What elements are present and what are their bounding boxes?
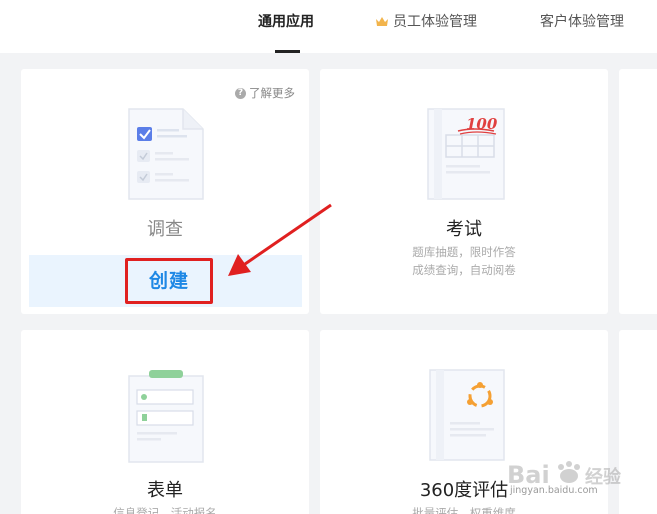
exam-desc-line2: 成绩查询，自动阅卷 xyxy=(412,263,516,277)
question-icon: ? xyxy=(235,87,246,99)
active-tab-indicator xyxy=(275,50,300,53)
form-title: 表单 xyxy=(147,480,183,501)
tab-general-apps[interactable]: 通用应用 xyxy=(258,11,314,31)
learn-more-label: 了解更多 xyxy=(249,86,295,100)
exam-desc-line1: 题库抽题，限时作答 xyxy=(412,245,516,259)
top-tab-bar: 通用应用 员工体验管理 客户体验管理 xyxy=(0,0,657,53)
watermark-url: jingyan.baidu.com xyxy=(510,485,598,496)
survey-card[interactable]: ? 了解更多 调查 创建 xyxy=(21,69,309,314)
baidu-watermark-logo: Bai 经验 xyxy=(507,461,622,489)
form-card[interactable]: 表单 信息登记，活动报名 xyxy=(21,330,309,514)
eval360-illustration xyxy=(429,369,505,461)
create-strip: 创建 xyxy=(29,255,302,307)
partial-card-top xyxy=(619,69,657,314)
learn-more-link[interactable]: ? 了解更多 xyxy=(235,85,295,101)
form-illustration xyxy=(128,370,204,463)
tab-employee-experience[interactable]: 员工体验管理 xyxy=(375,11,477,31)
exam-card[interactable]: 100 考试 题库抽题，限时作答 成绩查询，自动阅卷 xyxy=(320,69,608,314)
exam-illustration: 100 xyxy=(427,108,505,200)
create-button[interactable]: 创建 xyxy=(128,261,210,301)
form-desc-line1: 信息登记，活动报名 xyxy=(113,506,217,514)
survey-illustration xyxy=(128,108,204,200)
tab-customer-experience[interactable]: 客户体验管理 xyxy=(540,11,624,31)
exam-title: 考试 xyxy=(446,219,482,240)
crown-icon xyxy=(376,17,388,26)
tab-employee-experience-label: 员工体验管理 xyxy=(393,14,477,30)
highlight-box: 创建 xyxy=(125,258,213,304)
survey-title: 调查 xyxy=(147,219,183,240)
